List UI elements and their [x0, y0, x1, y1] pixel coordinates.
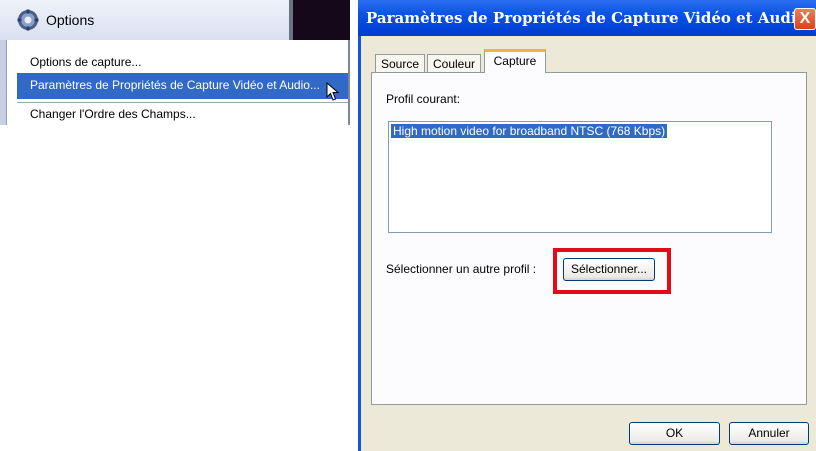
tab-couleur[interactable]: Couleur: [427, 54, 481, 72]
current-profile-label: Profil courant:: [386, 92, 461, 106]
dialog-titlebar[interactable]: Paramètres de Propriétés de Capture Vidé…: [358, 0, 816, 36]
video-preview-strip: [293, 0, 350, 40]
tab-source-label: Source: [380, 57, 420, 71]
options-menu-header[interactable]: Options: [0, 0, 290, 40]
menu-item-field-order[interactable]: Changer l'Ordre des Champs...: [30, 107, 196, 121]
ok-button[interactable]: OK: [629, 422, 720, 445]
dialog-border: [358, 36, 361, 451]
tab-couleur-label: Couleur: [432, 57, 476, 71]
profile-listbox[interactable]: High motion video for broadband NTSC (76…: [388, 121, 772, 233]
menu-right-border: [348, 40, 350, 125]
select-other-profile-label: Sélectionner un autre profil :: [386, 262, 537, 276]
menu-left-gutter: [0, 40, 7, 125]
capture-properties-dialog: Paramètres de Propriétés de Capture Vidé…: [358, 0, 816, 451]
menu-item-capture-properties[interactable]: Paramètres de Propriétés de Capture Vidé…: [30, 78, 320, 92]
tab-capture[interactable]: Capture: [484, 49, 546, 73]
profile-item-selected[interactable]: High motion video for broadband NTSC (76…: [391, 124, 668, 138]
cancel-button[interactable]: Annuler: [729, 422, 809, 445]
menu-title: Options: [46, 12, 95, 28]
select-profile-button[interactable]: Sélectionner...: [563, 258, 655, 281]
gear-icon: [17, 9, 39, 31]
menu-item-capture-options[interactable]: Options de capture...: [30, 55, 141, 69]
tab-source[interactable]: Source: [375, 54, 425, 72]
dialog-title: Paramètres de Propriétés de Capture Vidé…: [366, 9, 807, 27]
tab-capture-label: Capture: [493, 54, 537, 68]
close-icon: X: [799, 10, 811, 27]
close-button[interactable]: X: [794, 8, 816, 30]
menu-separator: [17, 102, 348, 103]
mouse-cursor-icon: [326, 82, 340, 101]
